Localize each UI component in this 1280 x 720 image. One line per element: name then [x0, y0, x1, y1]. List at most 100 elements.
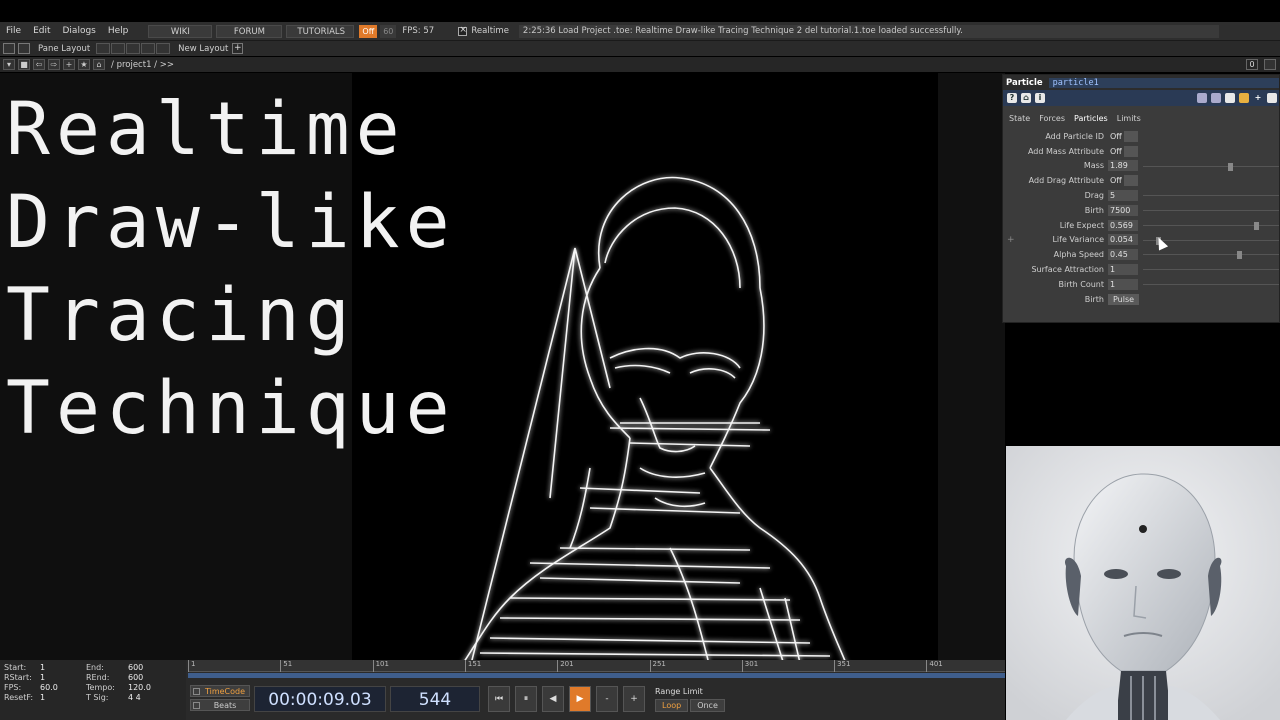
back-arrow-icon[interactable]: ⇦ [33, 59, 45, 70]
fps-label: FPS: [4, 683, 22, 692]
expand-plus-icon[interactable]: + [1007, 235, 1015, 245]
help-icon[interactable]: ? [1007, 93, 1017, 103]
timecode-mode-button[interactable]: TimeCode [190, 685, 250, 697]
loop-button[interactable]: Loop [655, 698, 689, 712]
start-value[interactable]: 1 [40, 663, 86, 673]
param-slider-track[interactable] [1143, 165, 1279, 167]
beats-mode-button[interactable]: Beats [190, 699, 250, 711]
title-line-2: Draw-like [6, 180, 456, 265]
forward-arrow-icon[interactable]: ⇨ [48, 59, 60, 70]
param-toggle[interactable]: Off [1108, 175, 1124, 186]
param-value-field[interactable]: 5 [1108, 190, 1138, 202]
tsig-value[interactable]: 4 4 [128, 693, 168, 703]
tab-forces[interactable]: Forces [1039, 114, 1065, 123]
param-slider-knob[interactable] [1236, 251, 1242, 260]
rstart-value[interactable]: 1 [40, 673, 86, 683]
param-rows: Add Particle ID Off Add Mass Attribute Off M… [1003, 129, 1279, 307]
plus-icon[interactable]: + [1253, 93, 1263, 103]
pause-button[interactable]: ⏸ [515, 686, 537, 712]
viewer-pane[interactable]: Realtime Draw-like Tracing Technique [0, 73, 1005, 660]
param-slider-track[interactable] [1143, 269, 1279, 271]
param-slider-track[interactable] [1143, 283, 1279, 285]
param-label: Birth [1084, 205, 1104, 215]
tutorials-button[interactable]: TUTORIALS [286, 24, 355, 38]
chevron-down-icon[interactable]: ▾ [3, 59, 15, 70]
copy-icon[interactable] [1225, 93, 1235, 103]
network-icon[interactable] [18, 43, 30, 54]
forum-button[interactable]: FORUM [216, 24, 283, 38]
once-button[interactable]: Once [690, 698, 725, 712]
pane-layout-single[interactable] [96, 43, 111, 54]
toggle-box[interactable] [1124, 175, 1138, 187]
tab-state[interactable]: State [1009, 114, 1030, 123]
toggle-box[interactable] [1124, 145, 1138, 157]
frame-display[interactable]: 544 [390, 686, 480, 712]
go-to-start-button[interactable]: ⏮ [488, 686, 510, 712]
realtime-rate-badge[interactable]: 60 [380, 24, 397, 38]
home-icon[interactable]: ⌂ [93, 59, 105, 70]
info-icon[interactable]: i [1035, 93, 1045, 103]
tab-limits[interactable]: Limits [1117, 114, 1141, 123]
end-label: End: [86, 663, 104, 672]
param-slider-knob[interactable] [1253, 221, 1259, 230]
param-row: Add Mass Attribute Off [1003, 144, 1279, 159]
param-value-field[interactable]: 0.054 [1108, 234, 1138, 246]
comment-icon[interactable] [1211, 93, 1221, 103]
play-reverse-button[interactable]: ◀ [542, 686, 564, 712]
maximize-icon[interactable] [1264, 59, 1276, 70]
new-layout-label[interactable]: New Layout [178, 44, 228, 54]
menu-edit[interactable]: Edit [27, 22, 56, 41]
pane-layout-quad[interactable] [156, 43, 171, 54]
pane-layout-triple[interactable] [141, 43, 156, 54]
param-value-field[interactable]: 1 [1108, 278, 1138, 290]
param-row: Drag 5 [1003, 188, 1279, 203]
add-icon[interactable]: + [63, 59, 75, 70]
pane-layout-split-v[interactable] [111, 43, 126, 54]
menu-file[interactable]: File [0, 22, 27, 41]
operator-name-field[interactable]: particle1 [1048, 77, 1279, 88]
toggle-box[interactable] [1124, 130, 1138, 142]
param-toggle[interactable]: Off [1108, 131, 1124, 142]
param-label: Life Variance [1052, 235, 1104, 245]
param-toggle[interactable]: Off [1108, 146, 1124, 157]
network-path[interactable]: / project1 / >> [111, 60, 174, 70]
param-value-field[interactable]: 1 [1108, 264, 1138, 276]
wiki-button[interactable]: WIKI [148, 24, 213, 38]
tab-particles[interactable]: Particles [1074, 114, 1108, 123]
pane-icon[interactable] [3, 43, 15, 54]
range-limit-label: Range Limit [655, 686, 703, 696]
param-value-field[interactable]: 0.45 [1108, 249, 1138, 261]
param-value-field[interactable]: 1.89 [1108, 160, 1138, 172]
param-value-field[interactable]: 7500 [1108, 204, 1138, 216]
star-icon[interactable]: ★ [78, 59, 90, 70]
resetf-value[interactable]: 1 [40, 693, 86, 703]
tempo-value[interactable]: 120.0 [128, 683, 168, 693]
rstart-label: RStart: [4, 673, 32, 682]
end-value[interactable]: 600 [128, 663, 168, 673]
play-button[interactable]: ▶ [569, 686, 591, 712]
param-slider-track[interactable] [1143, 224, 1279, 226]
param-slider-track[interactable] [1143, 254, 1279, 256]
menu-help[interactable]: Help [102, 22, 135, 41]
menu-dialogs[interactable]: Dialogs [57, 22, 102, 41]
stop-icon[interactable]: ■ [18, 59, 30, 70]
timecode-display[interactable]: 00:00:09.03 [254, 686, 386, 712]
param-value-field[interactable]: 0.569 [1108, 219, 1138, 231]
step-forward-button[interactable]: + [623, 686, 645, 712]
target-icon[interactable] [1267, 93, 1277, 103]
step-back-button[interactable]: - [596, 686, 618, 712]
fps-value[interactable]: 60.0 [40, 683, 86, 693]
param-slider-knob[interactable] [1227, 162, 1233, 171]
param-slider-track[interactable] [1143, 195, 1279, 197]
pulse-button[interactable]: Pulse [1108, 293, 1140, 305]
rend-value[interactable]: 600 [128, 673, 168, 683]
timeline-ruler[interactable]: 1 51 101 151 201 251 301 351 401 [188, 660, 1005, 672]
realtime-checkbox[interactable]: Realtime [458, 25, 509, 36]
globe-icon[interactable] [1239, 93, 1249, 103]
home-icon[interactable]: ⌂ [1021, 93, 1031, 103]
pane-layout-split-h[interactable] [126, 43, 141, 54]
add-layout-button[interactable]: + [232, 43, 244, 54]
realtime-off-toggle[interactable]: Off [359, 24, 378, 38]
edit-icon[interactable] [1197, 93, 1207, 103]
param-slider-track[interactable] [1143, 209, 1279, 211]
